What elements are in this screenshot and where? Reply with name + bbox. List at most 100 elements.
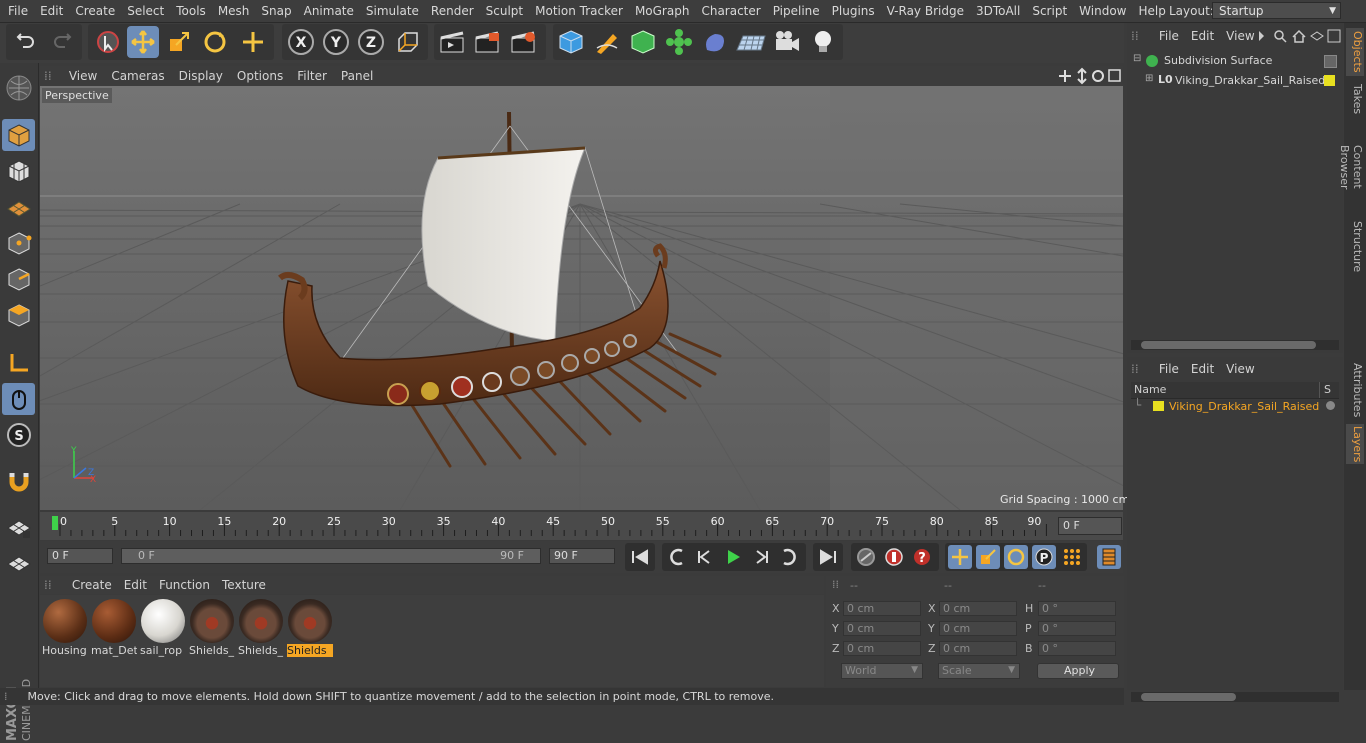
expand-icon[interactable]: ⊞: [1145, 73, 1153, 84]
texture-mode-button[interactable]: [2, 155, 35, 187]
menu-tools[interactable]: Tools: [170, 0, 212, 22]
size-x-field[interactable]: 0 cm: [939, 601, 1017, 616]
menu-mograph[interactable]: MoGraph: [629, 0, 696, 22]
object-manager-tools[interactable]: [1255, 28, 1341, 44]
end-frame-field[interactable]: 90 F: [549, 548, 615, 564]
add-pen-button[interactable]: [591, 26, 623, 58]
key-point-level-toggle[interactable]: [1060, 545, 1084, 569]
viewport-menu-display[interactable]: Display: [172, 66, 230, 86]
camera-label[interactable]: Perspective: [42, 88, 112, 103]
layer-color-chip[interactable]: [1324, 75, 1335, 86]
key-position-toggle[interactable]: [948, 545, 972, 569]
tab-structure[interactable]: Structure: [1346, 220, 1364, 274]
menu-character[interactable]: Character: [695, 0, 766, 22]
go-to-start-button[interactable]: [628, 545, 652, 569]
menu-file[interactable]: File: [2, 0, 34, 22]
edges-mode-button[interactable]: [2, 263, 35, 295]
coordinate-system-button[interactable]: [392, 26, 424, 58]
undo-button[interactable]: [10, 26, 42, 58]
points-mode-button[interactable]: [2, 227, 35, 259]
x-axis-toggle[interactable]: X: [285, 26, 317, 58]
menu-mesh[interactable]: Mesh: [212, 0, 256, 22]
move-tool-button[interactable]: [127, 26, 159, 58]
playhead-marker[interactable]: [52, 516, 58, 530]
add-subdivision-button[interactable]: [627, 26, 659, 58]
timeline-window-button[interactable]: [1097, 545, 1121, 569]
keyframe-selection-button[interactable]: ?: [910, 545, 934, 569]
layer-menu-file[interactable]: File: [1153, 360, 1185, 378]
material-swatch[interactable]: Shields_: [189, 598, 235, 657]
viewport-menu-cameras[interactable]: Cameras: [104, 66, 171, 86]
tweak-mode-button[interactable]: [2, 383, 35, 415]
menu-render[interactable]: Render: [425, 0, 480, 22]
render-view-button[interactable]: [436, 26, 468, 58]
material-swatch[interactable]: Housing: [42, 598, 88, 657]
position-x-field[interactable]: 0 cm: [843, 601, 921, 616]
y-axis-toggle[interactable]: Y: [320, 26, 352, 58]
render-picture-viewer-button[interactable]: [471, 26, 503, 58]
add-floor-button[interactable]: [735, 26, 767, 58]
rotation-p-field[interactable]: 0 °: [1038, 621, 1116, 636]
axis-mode-button[interactable]: [2, 347, 35, 379]
material-swatch[interactable]: Shields_: [238, 598, 284, 657]
menu-simulate[interactable]: Simulate: [360, 0, 425, 22]
current-frame-field[interactable]: 0 F: [1058, 517, 1122, 535]
previous-frame-button[interactable]: [693, 545, 717, 569]
size-z-field[interactable]: 0 cm: [939, 641, 1017, 656]
start-frame-field[interactable]: 0 F: [47, 548, 113, 564]
menu-sculpt[interactable]: Sculpt: [480, 0, 529, 22]
live-selection-button[interactable]: [92, 26, 124, 58]
object-row[interactable]: ⊞ L0 Viking_Drakkar_Sail_Raised: [1131, 72, 1335, 92]
menu-help[interactable]: Help: [1132, 0, 1171, 22]
tab-takes[interactable]: Takes: [1346, 82, 1364, 116]
coordinate-mode-dropdown[interactable]: World ▼: [841, 663, 923, 679]
polygons-mode-button[interactable]: [2, 299, 35, 331]
material-swatch-selected[interactable]: Shields: [287, 598, 333, 657]
tab-layers[interactable]: Layers: [1346, 424, 1364, 464]
rotation-h-field[interactable]: 0 °: [1038, 601, 1116, 616]
snap-button[interactable]: [2, 465, 35, 497]
viewport-menu-options[interactable]: Options: [230, 66, 290, 86]
add-cloner-button[interactable]: [663, 26, 695, 58]
size-y-field[interactable]: 0 cm: [939, 621, 1017, 636]
viewport-menu-filter[interactable]: Filter: [290, 66, 334, 86]
object-menu-edit[interactable]: Edit: [1185, 27, 1220, 45]
viewport-nav-icons[interactable]: [1056, 67, 1122, 85]
menu-select[interactable]: Select: [121, 0, 170, 22]
menu-window[interactable]: Window: [1073, 0, 1132, 22]
apply-button[interactable]: Apply: [1037, 663, 1119, 679]
column-s-header[interactable]: S: [1324, 383, 1331, 396]
add-cube-button[interactable]: [555, 26, 587, 58]
object-row[interactable]: ⊟ Subdivision Surface: [1131, 52, 1337, 72]
material-swatch[interactable]: sail_rop: [140, 598, 186, 657]
tab-objects[interactable]: Objects: [1346, 28, 1364, 76]
layer-menu-edit[interactable]: Edit: [1185, 360, 1220, 378]
menu-vray-bridge[interactable]: V-Ray Bridge: [881, 0, 970, 22]
object-horizontal-scrollbar[interactable]: [1131, 340, 1339, 350]
solo-mode-button[interactable]: S: [2, 419, 35, 451]
menu-motion-tracker[interactable]: Motion Tracker: [529, 0, 629, 22]
redo-button[interactable]: [46, 26, 78, 58]
menu-edit[interactable]: Edit: [34, 0, 69, 22]
material-menu-edit[interactable]: Edit: [118, 576, 153, 594]
autokeying-button[interactable]: [882, 545, 906, 569]
viewport-menu-panel[interactable]: Panel: [334, 66, 380, 86]
scale-tool-button[interactable]: [163, 26, 195, 58]
layer-row[interactable]: └ Viking_Drakkar_Sail_Raised: [1131, 398, 1339, 416]
3d-viewport[interactable]: Y Z X: [40, 86, 1123, 510]
make-editable-button[interactable]: [2, 72, 35, 104]
add-deformer-button[interactable]: [699, 26, 731, 58]
menu-pipeline[interactable]: Pipeline: [767, 0, 826, 22]
next-key-button[interactable]: [777, 545, 801, 569]
material-swatch[interactable]: mat_Det: [91, 598, 137, 657]
workplane-lock-button[interactable]: [2, 511, 35, 543]
key-rotation-toggle[interactable]: [1004, 545, 1028, 569]
frame-range-slider[interactable]: 0 F 90 F: [121, 548, 541, 564]
scrollbar-thumb[interactable]: [1141, 341, 1316, 349]
record-active-objects-button[interactable]: [854, 545, 878, 569]
rotation-b-field[interactable]: 0 °: [1038, 641, 1116, 656]
tab-content-browser[interactable]: Content Browser: [1338, 122, 1364, 212]
workplane-mode-button[interactable]: [2, 191, 35, 223]
position-y-field[interactable]: 0 cm: [843, 621, 921, 636]
tab-attributes[interactable]: Attributes: [1346, 362, 1364, 418]
